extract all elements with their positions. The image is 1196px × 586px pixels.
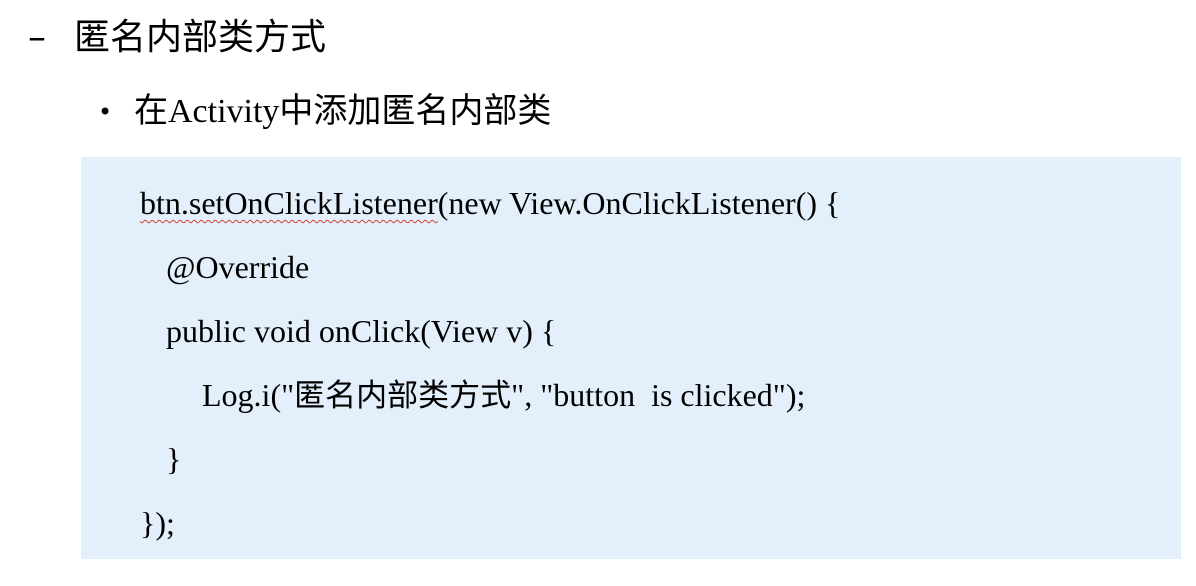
code-line-3: public void onClick(View v) { (166, 313, 557, 349)
bullet-item: • 在Activity中添加匿名内部类 (98, 88, 551, 136)
code-line-4-suffix: ", "button is clicked"); (511, 377, 806, 413)
code-line-6: }); (140, 505, 175, 541)
heading-text: 匿名内部类方式 (74, 17, 327, 58)
code-line-5: } (166, 441, 182, 477)
bullet-text: 在Activity中添加匿名内部类 (134, 93, 552, 130)
heading-dash-marker: – (28, 17, 46, 58)
code-block: btn.setOnClickListener(new View.OnClickL… (81, 157, 1181, 559)
code-line-4-prefix: Log.i(" (202, 377, 295, 413)
spellcheck-flagged-text: btn.setOnClickListener (140, 185, 438, 221)
code-line-1: btn.setOnClickListener(new View.OnClickL… (140, 183, 840, 223)
code-line-2: @Override (166, 249, 310, 285)
code-line-4: Log.i("匿名内部类方式", "button is clicked"); (202, 375, 805, 416)
section-heading: – 匿名内部类方式 (28, 12, 326, 64)
code-line-4-cjk: 匿名内部类方式 (294, 378, 512, 414)
code-line-1-rest: (new View.OnClickListener() { (437, 185, 841, 221)
bullet-marker: • (98, 98, 113, 126)
